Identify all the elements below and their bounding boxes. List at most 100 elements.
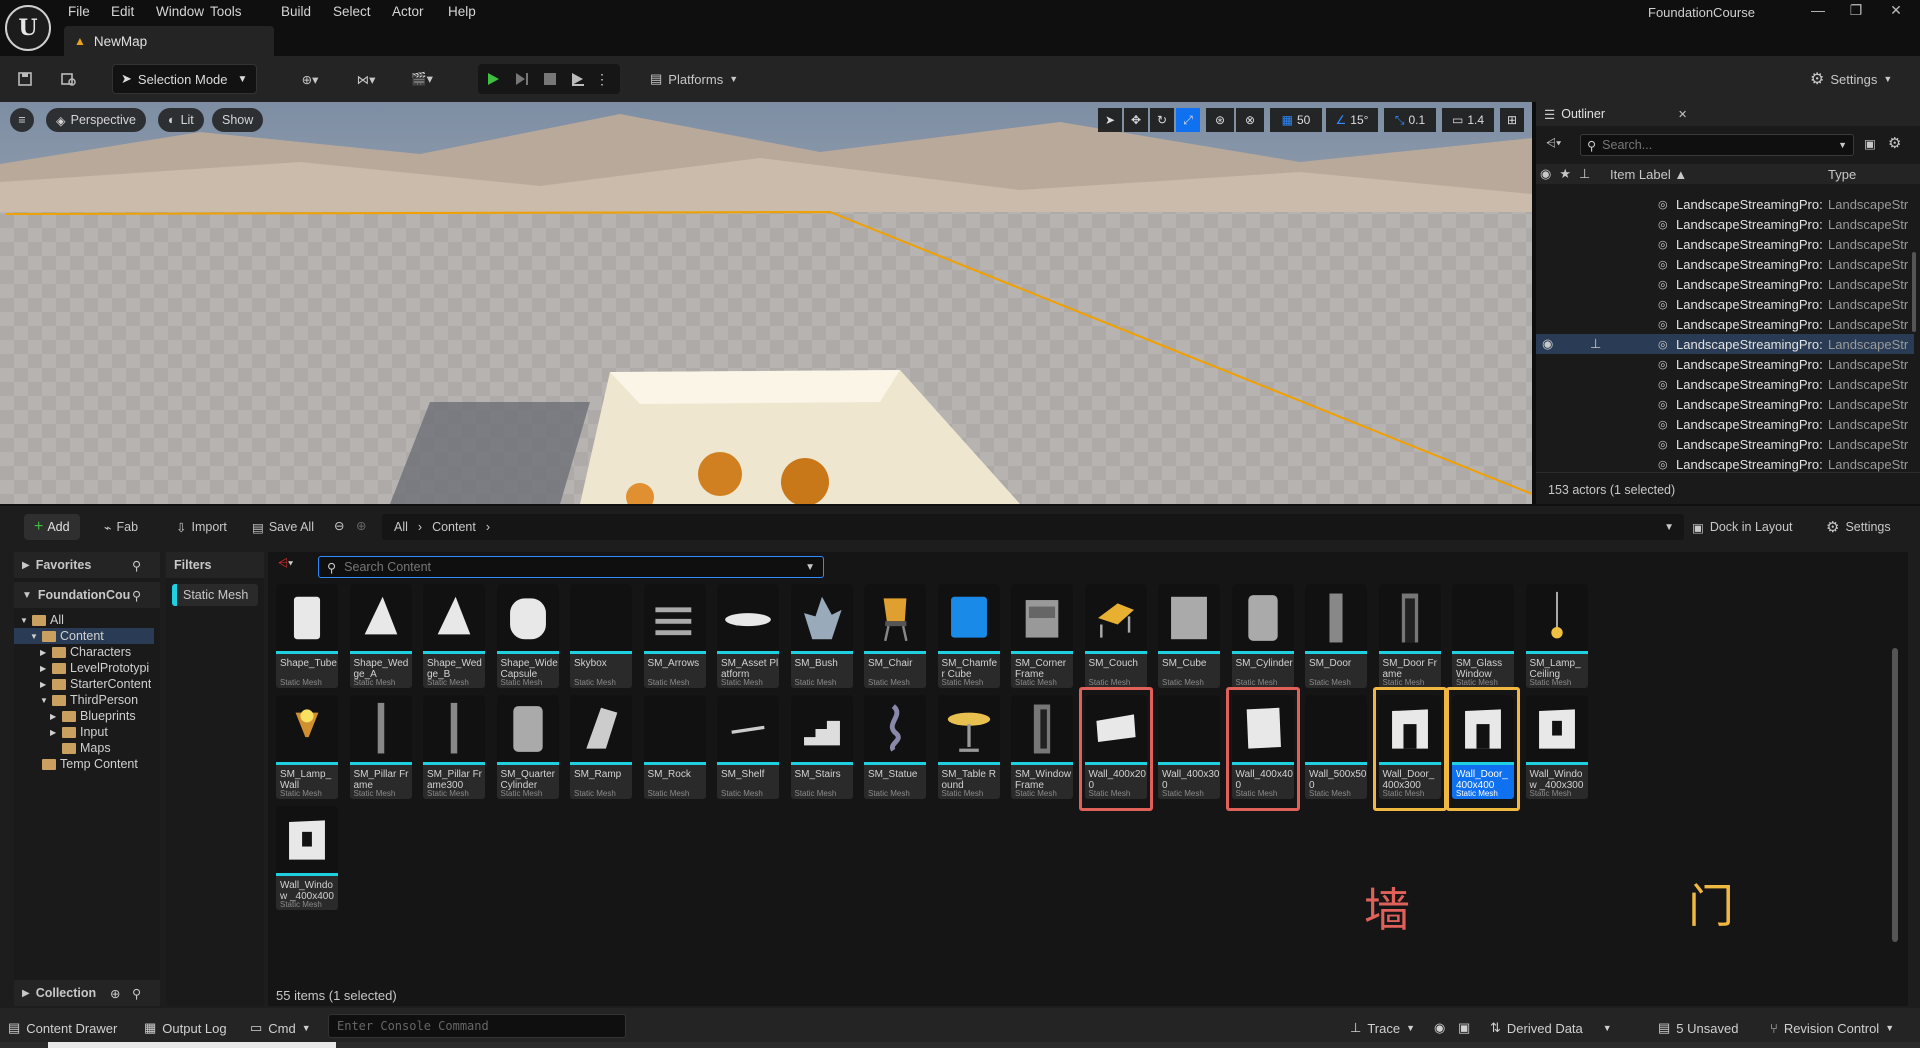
scale-icon[interactable]: ⤢: [1176, 108, 1200, 132]
history-dropdown-icon[interactable]: ▼: [1664, 522, 1674, 533]
blueprint-icon[interactable]: ⋈▾: [346, 64, 386, 94]
asset-tile[interactable]: SM_Table Round Static Mesh: [937, 695, 1000, 799]
close-window-icon[interactable]: ✕: [1886, 2, 1906, 22]
add-collection-icon[interactable]: ⊕: [110, 986, 120, 1001]
menu-build[interactable]: Build: [281, 0, 311, 24]
asset-tile[interactable]: SM_Asset Platform Static Mesh: [717, 584, 779, 688]
settings-button[interactable]: ⚙ Settings ▼: [1810, 64, 1892, 94]
folder-temp-content[interactable]: Temp Content: [14, 756, 154, 772]
asset-tile[interactable]: SM_Chair Static Mesh: [864, 584, 926, 688]
advance-frame-icon[interactable]: [508, 64, 536, 94]
asset-tile[interactable]: Wall_500x500 Static Mesh: [1305, 695, 1367, 799]
filter-icon[interactable]: ⩤▾: [1546, 136, 1576, 154]
folder-content[interactable]: ▼ Content: [14, 628, 154, 644]
asset-tile[interactable]: SM_Door Static Mesh: [1305, 584, 1367, 688]
outliner-row[interactable]: ◎ LandscapeStreamingPro: LandscapeStr: [1536, 274, 1914, 294]
chevron-down-icon[interactable]: ▼: [30, 632, 38, 641]
menu-window[interactable]: Window: [156, 0, 204, 24]
breadcrumb-all[interactable]: All: [394, 520, 408, 534]
add-button[interactable]: + Add: [24, 514, 80, 540]
chevron-down-icon[interactable]: ▼: [20, 616, 28, 625]
restore-icon[interactable]: ❐: [1846, 2, 1866, 22]
coordinate-space-icon[interactable]: ⊛: [1206, 108, 1234, 132]
outliner-row[interactable]: ◎ LandscapeStreamingPro: LandscapeStr: [1536, 414, 1914, 434]
asset-tile[interactable]: SM_Rock Static Mesh: [643, 695, 706, 799]
asset-tile[interactable]: SM_Chamfer Cube Static Mesh: [937, 584, 1000, 688]
content-settings-button[interactable]: ⚙ Settings: [1826, 514, 1891, 540]
forward-icon[interactable]: ⊕: [356, 518, 366, 533]
cinematics-icon[interactable]: 🎬▾: [402, 64, 442, 94]
play-options-icon[interactable]: ⋮: [592, 64, 612, 94]
project-header[interactable]: ▼ FoundationCou ⚲: [14, 582, 160, 608]
eject-icon[interactable]: [564, 64, 592, 94]
asset-tile[interactable]: SM_Window Frame Static Mesh: [1011, 695, 1073, 799]
asset-tile[interactable]: Shape_Wedge_B Static Mesh: [423, 584, 485, 688]
outliner-row[interactable]: ◎ LandscapeStreamingPro: LandscapeStr: [1536, 374, 1914, 394]
asset-tile[interactable]: SM_Corner Frame Static Mesh: [1011, 584, 1073, 688]
play-icon[interactable]: [478, 64, 508, 94]
trace-dropdown[interactable]: ⊥ Trace ▼: [1350, 1016, 1415, 1040]
asset-tile[interactable]: SM_Pillar Frame300 Static Mesh: [423, 695, 485, 799]
folder-startercontent[interactable]: ▶ StarterContent: [14, 676, 154, 692]
camera-speed-button[interactable]: ▭ 1.4: [1442, 108, 1494, 132]
derived-data-button[interactable]: ⇅ Derived Data ▼: [1490, 1016, 1612, 1040]
console-input[interactable]: Enter Console Command: [328, 1014, 626, 1038]
outliner-search-input[interactable]: ⚲ Search... ▼: [1580, 134, 1854, 156]
folder-maps[interactable]: Maps: [14, 740, 154, 756]
search-icon[interactable]: ⚲: [132, 558, 141, 573]
asset-scrollbar[interactable]: [1892, 648, 1898, 942]
selection-mode-dropdown[interactable]: ➤ Selection Mode ▼: [112, 64, 257, 94]
asset-tile[interactable]: Shape_Wedge_A Static Mesh: [349, 584, 412, 688]
layout-icon[interactable]: ⊞: [1500, 108, 1524, 132]
folder-blueprints[interactable]: ▶ Blueprints: [14, 708, 154, 724]
angle-snap-button[interactable]: ∠ 15°: [1326, 108, 1378, 132]
type-column[interactable]: Type: [1828, 167, 1856, 182]
back-icon[interactable]: ⊖: [334, 518, 344, 533]
translate-icon[interactable]: ✥: [1124, 108, 1148, 132]
select-tool-icon[interactable]: ➤: [1098, 108, 1122, 132]
asset-tile[interactable]: Wall_Window _400x300 Static Mesh: [1525, 695, 1588, 799]
stop-icon[interactable]: [536, 64, 564, 94]
asset-tile[interactable]: SM_Glass Window Static Mesh: [1452, 584, 1514, 688]
menu-actor[interactable]: Actor: [392, 0, 424, 24]
breadcrumb-content[interactable]: Content: [432, 520, 476, 534]
filter-dropdown-icon[interactable]: ⩤▾: [278, 556, 312, 578]
asset-tile[interactable]: Wall_400x300 Static Mesh: [1158, 695, 1220, 799]
outliner-row[interactable]: ◎ LandscapeStreamingPro: LandscapeStr: [1536, 454, 1914, 474]
search-icon[interactable]: ⚲: [132, 986, 141, 1001]
folder-input[interactable]: ▶ Input: [14, 724, 154, 740]
menu-tools[interactable]: Tools: [210, 0, 242, 24]
add-actor-icon[interactable]: ⊕▾: [290, 64, 330, 94]
asset-tile[interactable]: Shape_Wide Capsule Static Mesh: [496, 584, 559, 688]
collection-header[interactable]: ▶ Collection ⊕ ⚲: [14, 980, 160, 1006]
asset-tile[interactable]: SM_Stairs Static Mesh: [790, 695, 853, 799]
taskbar-active-window[interactable]: [48, 1042, 336, 1048]
revision-control-button[interactable]: ⑂ Revision Control ▼: [1770, 1016, 1894, 1040]
chevron-right-icon[interactable]: ▶: [40, 680, 48, 689]
screenshot-icon[interactable]: ▣: [1458, 1016, 1470, 1040]
folder-characters[interactable]: ▶ Characters: [14, 644, 154, 660]
save-icon[interactable]: [12, 64, 38, 94]
outliner-scrollbar[interactable]: [1912, 252, 1916, 332]
favorites-header[interactable]: ▶ Favorites ⚲: [14, 552, 160, 578]
outliner-row[interactable]: ◎ LandscapeStreamingPro: LandscapeStr: [1536, 234, 1914, 254]
menu-file[interactable]: File: [68, 0, 90, 24]
outliner-row[interactable]: ◎ LandscapeStreamingPro: LandscapeStr: [1536, 394, 1914, 414]
browse-icon[interactable]: [56, 64, 82, 94]
chevron-down-icon[interactable]: ▼: [40, 696, 48, 705]
save-all-button[interactable]: ▤ Save All: [252, 514, 314, 540]
visibility-icon[interactable]: ◉: [1542, 336, 1553, 352]
chevron-right-icon[interactable]: ▶: [50, 728, 58, 737]
add-folder-icon[interactable]: ▣: [1864, 136, 1876, 151]
cmd-dropdown[interactable]: ▭ Cmd ▼: [250, 1016, 311, 1040]
import-button[interactable]: ⇩ Import: [176, 514, 227, 540]
asset-tile[interactable]: SM_Arrows Static Mesh: [643, 584, 706, 688]
menu-edit[interactable]: Edit: [111, 0, 134, 24]
asset-tile[interactable]: SM_Quarter Cylinder Static Mesh: [496, 695, 559, 799]
perspective-button[interactable]: ◈ Perspective: [46, 108, 146, 132]
show-button[interactable]: Show: [212, 108, 264, 132]
platforms-button[interactable]: ▤ Platforms ▼: [650, 64, 738, 94]
chevron-right-icon[interactable]: ▶: [40, 648, 48, 657]
level-tab[interactable]: ▲ NewMap: [64, 26, 274, 56]
level-viewport[interactable]: ≡ ◈ Perspective ◐ Lit Show ➤ ✥ ↻ ⤢ ⊛ ⊗ ▦ 50…: [0, 102, 1532, 504]
